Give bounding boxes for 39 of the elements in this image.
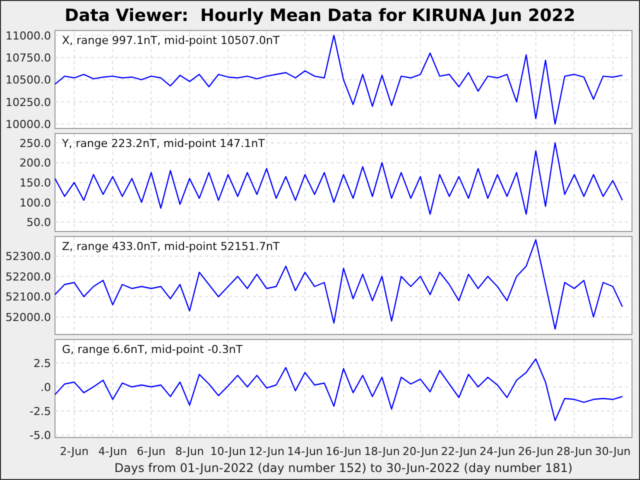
chart-title: Data Viewer: Hourly Mean Data for KIRUNA Jun 2022	[64, 4, 576, 28]
axis-tick-label: 2-Jun	[60, 445, 89, 458]
axis-tick-label: 10500.0	[6, 74, 51, 87]
axis-tick-label: 24-Jun	[479, 445, 516, 458]
axis-tick-label: 100.0	[20, 196, 51, 210]
axis-tick-label: 30-Jun	[594, 445, 631, 458]
panel-title: Y, range 223.2nT, mid-point 147.1nT	[62, 137, 265, 150]
axis-tick-label: 10250.0	[6, 96, 51, 109]
axis-tick-label: 18-Jun	[364, 445, 400, 458]
axis-tick-label: 10-Jun	[210, 445, 246, 458]
axis-tick-label: 2.5	[34, 356, 51, 370]
axis-tick-label: 4-Jun	[98, 445, 128, 458]
panel-title: Z, range 433.0nT, mid-point 52151.7nT	[62, 240, 280, 253]
panel-title: X, range 997.1nT, mid-point 10507.0nT	[62, 34, 280, 47]
axis-tick-label: 8-Jun	[175, 445, 204, 458]
axis-tick-label: -2.5	[30, 405, 51, 418]
axis-tick-label: 52000.0	[6, 310, 51, 324]
axis-tick-label: 10750.0	[6, 52, 51, 65]
axis-tick-label: 11000.0	[6, 30, 51, 42]
axis-tick-label: 28-Jun	[556, 445, 592, 458]
axis-label: Days from 01-Jun-2022 (day number 152) to 30-Jun-2022 (day number 181)	[114, 461, 573, 475]
axis-tick-label: 52100.0	[6, 290, 51, 304]
axis-tick-label: 200.0	[20, 156, 51, 170]
axis-tick-label: 150.0	[20, 176, 51, 190]
axis-tick-label: -5.0	[30, 429, 51, 442]
axis-tick-label: 6-Jun	[136, 445, 166, 458]
axis-tick-label: 52300.0	[6, 250, 51, 264]
axis-tick-label: .0	[40, 380, 51, 394]
axis-tick-label: 14-Jun	[287, 445, 323, 458]
axis-tick-label: 250.0	[20, 136, 51, 150]
axis-tick-label: 22-Jun	[441, 445, 477, 458]
panel-title: G, range 6.6nT, mid-point -0.3nT	[62, 343, 243, 356]
axis-tick-label: 26-Jun	[518, 445, 554, 458]
axis-tick-label: 52200.0	[6, 270, 51, 284]
axis-tick-label: 10000.0	[6, 118, 51, 129]
axis-tick-label: 16-Jun	[326, 445, 362, 458]
axis-tick-label: 12-Jun	[248, 445, 284, 458]
axis-tick-label: 50.0	[26, 216, 51, 230]
axis-tick-label: 20-Jun	[402, 445, 438, 458]
